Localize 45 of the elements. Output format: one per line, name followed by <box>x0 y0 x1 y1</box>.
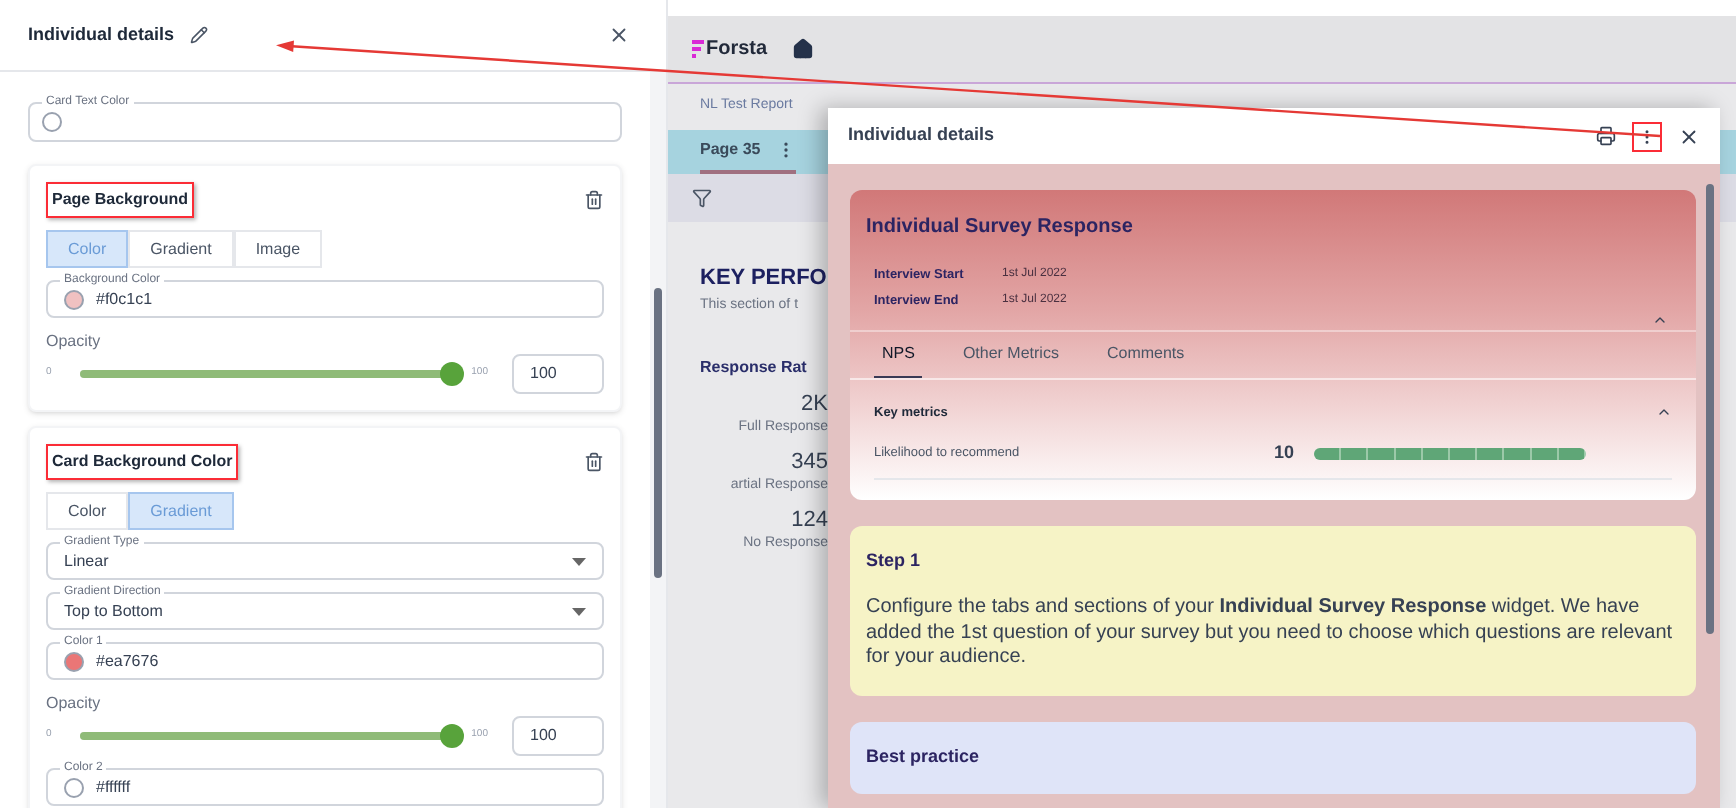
field-value: Linear <box>64 549 111 573</box>
note-title: Best practice <box>866 743 982 770</box>
opacity-label: Opacity <box>46 330 103 354</box>
section-heading: Page Background <box>46 182 195 218</box>
style-tab[interactable]: Image <box>233 230 323 268</box>
response-tab[interactable]: NPS <box>874 331 923 377</box>
dialog-title: Individual details <box>848 122 997 149</box>
field-value: #ea7676 <box>96 649 159 673</box>
response-tab[interactable]: Other Metrics <box>954 331 1067 377</box>
response-tab[interactable]: Comments <box>1098 331 1193 377</box>
home-icon[interactable] <box>791 38 814 60</box>
field-value: #ffffff <box>96 775 131 799</box>
field-value: #f0c1c1 <box>96 287 153 311</box>
caret-icon <box>572 557 586 565</box>
close-icon[interactable] <box>608 24 630 46</box>
opacity-label: Opacity <box>46 692 103 716</box>
note-text: Configure the tabs and sections of your Individual Survey Response widget. We have added the 1st question of your survey but you need to choose which questions are relevant for your audience. <box>866 596 1675 672</box>
panel-title: Individual details <box>28 21 175 48</box>
logo-mark-icon <box>692 40 704 58</box>
print-icon[interactable] <box>1596 126 1616 146</box>
stat-value: 124 <box>791 508 828 534</box>
slider-thumb[interactable] <box>439 362 464 386</box>
stat-value: 345 <box>791 450 828 476</box>
stat-value: 2K <box>801 392 828 418</box>
card-title: Individual Survey Response <box>864 214 1135 242</box>
style-tab[interactable]: Gradient <box>128 230 234 268</box>
opacity-input[interactable]: 100 <box>512 354 604 394</box>
note-title: Step 1 <box>866 547 923 574</box>
close-icon[interactable] <box>1678 125 1700 147</box>
style-tab[interactable]: Color <box>46 492 129 530</box>
scrollbar[interactable] <box>650 72 666 808</box>
caret-icon <box>572 607 586 615</box>
filter-icon[interactable] <box>692 188 712 208</box>
report-heading: KEY PERFO <box>700 264 828 294</box>
stats-title: Response Rat <box>700 356 809 380</box>
delete-icon[interactable] <box>584 452 604 472</box>
more-button[interactable] <box>1632 121 1662 151</box>
delete-icon[interactable] <box>584 190 604 210</box>
opacity-input[interactable]: 100 <box>512 716 604 756</box>
metric-value: 10 <box>1274 440 1297 467</box>
edit-icon[interactable] <box>190 26 209 44</box>
logo[interactable]: Forsta <box>692 34 768 64</box>
section-heading: Card Background Color <box>46 444 239 480</box>
slider-thumb[interactable] <box>439 724 464 748</box>
field-value: Top to Bottom <box>64 599 165 623</box>
